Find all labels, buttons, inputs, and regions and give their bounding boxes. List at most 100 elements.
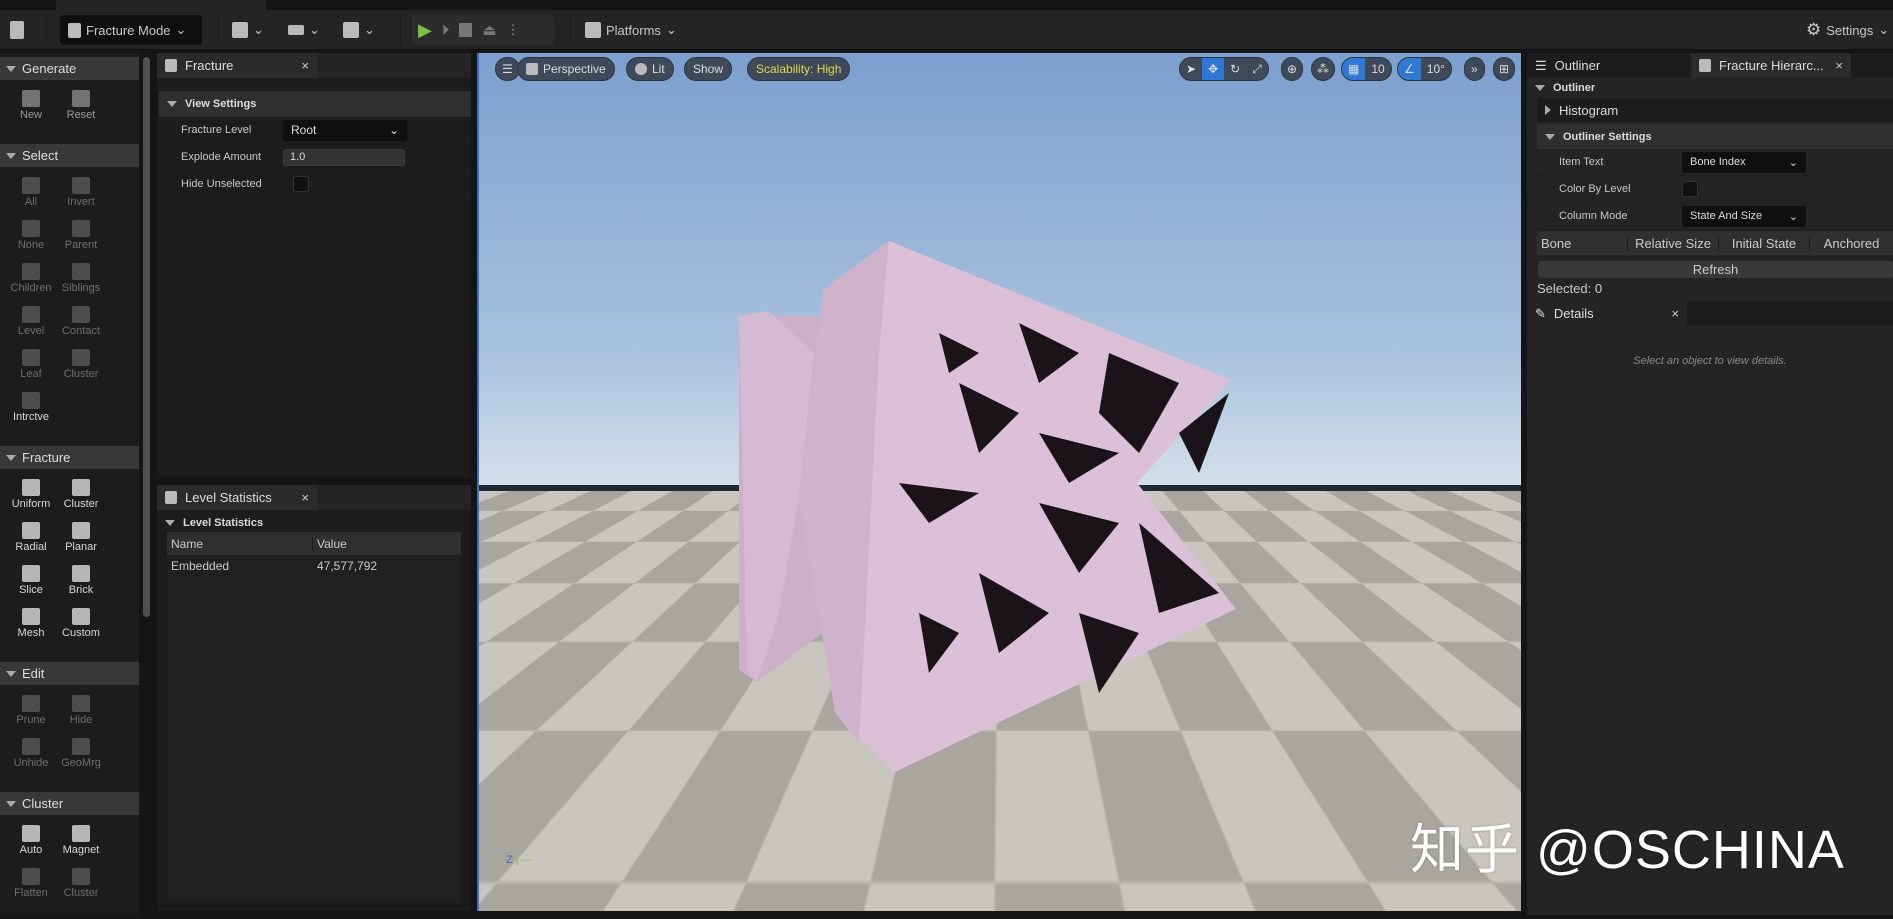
outliner-settings-category[interactable]: Outliner Settings [1537,124,1893,149]
tab-level-statistics[interactable]: Level Statistics × [157,485,317,510]
tool-all[interactable]: All [6,171,56,214]
rotate-icon[interactable]: ↻ [1224,58,1246,80]
perspective-button[interactable]: Perspective [517,57,615,81]
tool-new[interactable]: New [6,84,56,127]
close-icon[interactable]: × [1835,58,1843,73]
tool-cluster[interactable]: Cluster [56,343,106,386]
cinematics-button[interactable]: ⌄ [343,15,375,45]
layout-button[interactable]: ⊞ [1493,57,1516,81]
section-fracture[interactable]: Fracture [0,446,139,469]
tool-hide[interactable]: Hide [56,689,106,732]
section-edit[interactable]: Edit [0,662,139,685]
cluster-icon [72,868,90,885]
tool-flatten[interactable]: Flatten [6,862,56,905]
close-icon[interactable]: × [301,58,309,73]
tool-parent[interactable]: Parent [56,214,106,257]
platforms-button[interactable]: Platforms ⌄ [585,15,677,45]
tool-uniform[interactable]: Uniform [6,473,56,516]
column-mode-dropdown[interactable]: State And Size ⌄ [1682,205,1806,227]
select-arrow-icon[interactable]: ➤ [1180,58,1202,80]
explode-amount-input[interactable]: 1.0 [283,148,405,166]
tool-geomrg[interactable]: GeoMrg [56,732,106,775]
tool-none[interactable]: None [6,214,56,257]
histogram-category[interactable]: Histogram [1537,98,1893,122]
tool-level[interactable]: Level [6,300,56,343]
section-generate[interactable]: Generate [0,57,139,80]
surface-snap-button[interactable]: ⁂ [1311,57,1335,81]
tool-brick[interactable]: Brick [56,559,106,602]
globe-icon: ⊕ [1287,62,1298,76]
blueprint-button[interactable]: ⌄ [288,15,320,45]
tool-custom[interactable]: Custom [56,602,106,645]
tool-slice[interactable]: Slice [6,559,56,602]
close-icon[interactable]: × [1671,306,1679,321]
tool-mesh[interactable]: Mesh [6,602,56,645]
mode-selector[interactable]: Fracture Mode ⌄ [60,15,202,45]
tool-prune[interactable]: Prune [6,689,56,732]
tool-intrctve[interactable]: Intrctve [6,386,56,429]
palette-scrollbar[interactable] [143,57,150,617]
tool-planar[interactable]: Planar [56,516,106,559]
tool-cluster[interactable]: Cluster [56,473,106,516]
flatten-icon [22,868,40,885]
column-header-relative-size[interactable]: Relative Size [1628,235,1719,251]
level-viewport[interactable]: ☰ Perspective Lit Show Scalability: High… [477,53,1521,911]
tool-unhide[interactable]: Unhide [6,732,56,775]
section-select[interactable]: Select [0,144,139,167]
outliner-category[interactable]: Outliner [1527,78,1893,98]
tool-label: Unhide [13,757,49,769]
tab-details[interactable]: ✎ Details × [1527,301,1687,326]
refresh-button[interactable]: Refresh [1538,261,1893,278]
fracture-level-dropdown[interactable]: Root ⌄ [283,119,407,141]
tab-outliner[interactable]: ☰ Outliner [1527,53,1687,78]
settings-button[interactable]: ⚙ Settings ⌄ [1806,15,1889,45]
show-button[interactable]: Show [684,57,733,81]
fractured-mesh[interactable] [479,53,1521,911]
color-by-level-checkbox[interactable] [1682,181,1698,197]
hide-unselected-checkbox[interactable] [293,176,309,192]
column-header-initial-state[interactable]: Initial State [1719,235,1810,251]
fracture-level-label: Fracture Level [181,124,252,136]
scale-icon[interactable]: ⤢ [1246,58,1268,80]
save-button[interactable] [10,15,24,45]
tool-children[interactable]: Children [6,257,56,300]
stop-icon[interactable] [459,23,473,37]
tool-label: Reset [66,109,96,121]
eject-icon[interactable]: ⏏ [482,21,496,39]
tool-radial[interactable]: Radial [6,516,56,559]
item-text-dropdown[interactable]: Bone Index ⌄ [1682,151,1806,173]
tool-invert[interactable]: Invert [56,171,106,214]
add-actor-button[interactable]: ⌄ [232,15,264,45]
tab-fracture[interactable]: Fracture × [157,53,317,78]
slice-icon [22,565,40,582]
column-header-name[interactable]: Name [167,536,313,551]
tool-siblings[interactable]: Siblings [56,257,106,300]
section-cluster[interactable]: Cluster [0,792,139,815]
rotation-snap[interactable]: ∠ 10° [1397,57,1452,81]
tool-contact[interactable]: Contact [56,300,106,343]
world-local-button[interactable]: ⊕ [1281,57,1304,81]
column-header-bone[interactable]: Bone [1537,235,1628,251]
tab-fracture-hierarchy[interactable]: Fracture Hierarc... × [1691,53,1851,78]
step-icon[interactable]: ⏵ [442,22,450,39]
level-tab[interactable] [56,0,266,10]
column-header-anchored[interactable]: Anchored [1810,236,1893,251]
grid-snap[interactable]: ▦ 10 [1341,57,1392,81]
move-icon[interactable]: ✥ [1202,58,1225,80]
close-icon[interactable]: × [301,490,309,505]
expand-toolbar-button[interactable]: » [1464,57,1485,81]
tool-cluster[interactable]: Cluster [56,862,106,905]
tool-leaf[interactable]: Leaf [6,343,56,386]
lit-button[interactable]: Lit [626,57,674,81]
play-icon[interactable]: ▶ [418,20,432,41]
view-settings-category[interactable]: View Settings [159,91,471,117]
perspective-label: Perspective [543,62,606,76]
tool-auto[interactable]: Auto [6,819,56,862]
collapse-icon [6,152,16,159]
column-header-value[interactable]: Value [313,537,347,551]
tool-reset[interactable]: Reset [56,84,106,127]
more-icon[interactable]: ⋮ [507,22,520,38]
table-row[interactable]: Embedded 47,577,792 [167,555,461,577]
scalability-button[interactable]: Scalability: High [747,57,851,81]
tool-magnet[interactable]: Magnet [56,819,106,862]
